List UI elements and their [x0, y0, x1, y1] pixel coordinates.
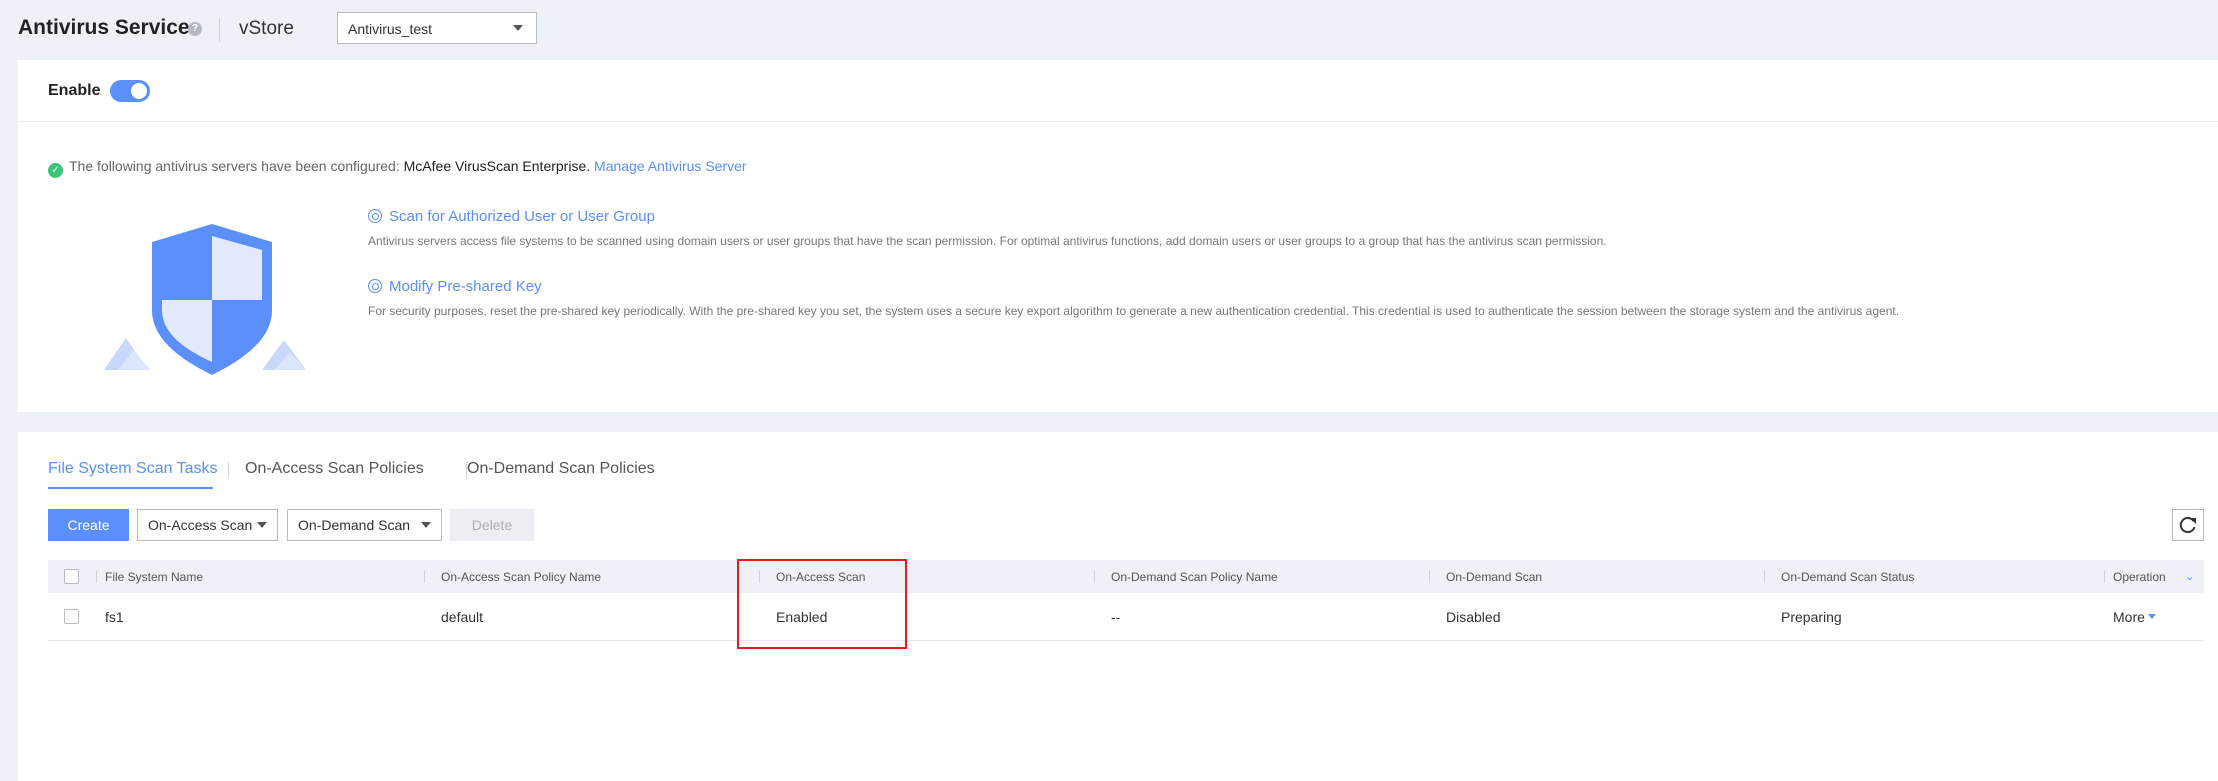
feature-scan-user: Scan for Authorized User or User Group A… — [368, 208, 1607, 248]
create-button[interactable]: Create — [48, 509, 129, 541]
panel-divider — [18, 121, 2218, 122]
page-title: Antivirus Service — [18, 16, 190, 39]
feature-preshared-key-title: Modify Pre-shared Key — [389, 278, 542, 295]
more-menu[interactable]: More — [2113, 593, 2156, 640]
chevron-down-icon — [513, 25, 523, 31]
column-divider — [424, 570, 425, 583]
on-demand-scan-dropdown[interactable]: On-Demand Scan — [287, 509, 442, 541]
col-header-on-demand-scan[interactable]: On-Demand Scan — [1446, 560, 1542, 593]
table-row: fs1 default Enabled -- Disabled Preparin… — [48, 593, 2204, 641]
fs-name-link[interactable]: fs1 — [105, 593, 124, 640]
on-access-policy-cell: default — [441, 608, 484, 625]
col-header-on-demand-policy[interactable]: On-Demand Scan Policy Name — [1111, 560, 1278, 593]
vstore-select[interactable]: Antivirus_test — [337, 12, 537, 44]
enable-toggle[interactable] — [110, 80, 150, 102]
table-header: File System Name On-Access Scan Policy N… — [48, 560, 2204, 593]
row-checkbox[interactable] — [64, 609, 79, 624]
tab-on-demand-scan-policies[interactable]: On-Demand Scan Policies — [467, 460, 655, 478]
settings-icon — [368, 209, 382, 223]
tab-on-access-scan-policies[interactable]: On-Access Scan Policies — [245, 460, 424, 478]
shield-illustration-icon — [104, 224, 306, 375]
on-access-scan-dropdown-label: On-Access Scan — [148, 517, 253, 533]
vstore-label: vStore — [239, 18, 294, 39]
select-all-cell — [64, 560, 79, 593]
active-tab-indicator — [48, 487, 213, 489]
scan-tasks-table: File System Name On-Access Scan Policy N… — [48, 560, 2204, 641]
select-all-checkbox[interactable] — [64, 569, 79, 584]
chevron-down-icon — [257, 522, 267, 528]
refresh-button[interactable] — [2172, 509, 2204, 541]
settings-icon — [368, 279, 382, 293]
feature-preshared-key: Modify Pre-shared Key For security purpo… — [368, 278, 1899, 318]
feature-scan-user-title: Scan for Authorized User or User Group — [389, 208, 655, 225]
col-header-on-access-policy[interactable]: On-Access Scan Policy Name — [441, 560, 601, 593]
server-name: McAfee VirusScan Enterprise. — [403, 158, 591, 174]
row-select-cell — [64, 593, 79, 640]
on-demand-scan-cell: Disabled — [1446, 608, 1501, 625]
toggle-knob — [131, 83, 147, 99]
col-header-on-demand-status[interactable]: On-Demand Scan Status — [1781, 560, 1914, 593]
chevron-down-icon — [421, 522, 431, 528]
on-demand-policy-cell: -- — [1111, 608, 1121, 625]
col-header-operation: Operation — [2113, 569, 2166, 584]
enable-label: Enable — [48, 82, 101, 99]
check-circle-icon: ✓ — [48, 163, 63, 178]
column-settings-icon[interactable]: ⌄ — [2185, 560, 2194, 593]
more-menu-label: More — [2113, 608, 2145, 625]
header-divider — [219, 18, 220, 42]
highlight-box — [737, 559, 907, 649]
manage-server-link[interactable]: Manage Antivirus Server — [594, 158, 747, 174]
vstore-select-value: Antivirus_test — [348, 21, 433, 37]
column-divider — [1764, 570, 1765, 583]
delete-button[interactable]: Delete — [450, 509, 534, 541]
status-prefix: The following antivirus servers have bee… — [69, 158, 400, 174]
feature-preshared-key-link[interactable]: Modify Pre-shared Key — [368, 278, 1899, 295]
feature-scan-user-link[interactable]: Scan for Authorized User or User Group — [368, 208, 1607, 225]
page-header: Antivirus Service ? vStore Antivirus_tes… — [0, 0, 2218, 60]
column-divider — [1094, 570, 1095, 583]
scan-tasks-panel: File System Scan Tasks On-Access Scan Po… — [18, 432, 2218, 781]
on-demand-status-cell: Preparing — [1781, 608, 1842, 625]
tab-divider — [228, 462, 229, 478]
column-divider — [2104, 570, 2105, 583]
help-icon[interactable]: ? — [188, 22, 202, 36]
column-divider — [96, 570, 97, 583]
feature-scan-user-desc: Antivirus servers access file systems to… — [368, 234, 1607, 248]
refresh-icon — [2179, 517, 2196, 534]
on-access-scan-dropdown[interactable]: On-Access Scan — [137, 509, 278, 541]
on-demand-scan-dropdown-label: On-Demand Scan — [298, 517, 411, 533]
col-header-fs-name[interactable]: File System Name — [105, 560, 203, 593]
antivirus-config-panel: Enable ✓ The following antivirus servers … — [18, 60, 2218, 412]
chevron-down-icon — [2147, 614, 2156, 619]
tab-file-system-scan-tasks[interactable]: File System Scan Tasks — [48, 460, 218, 478]
feature-preshared-key-desc: For security purposes, reset the pre-sha… — [368, 304, 1900, 318]
server-status-line: ✓ The following antivirus servers have be… — [48, 158, 747, 178]
column-divider — [1429, 570, 1430, 583]
